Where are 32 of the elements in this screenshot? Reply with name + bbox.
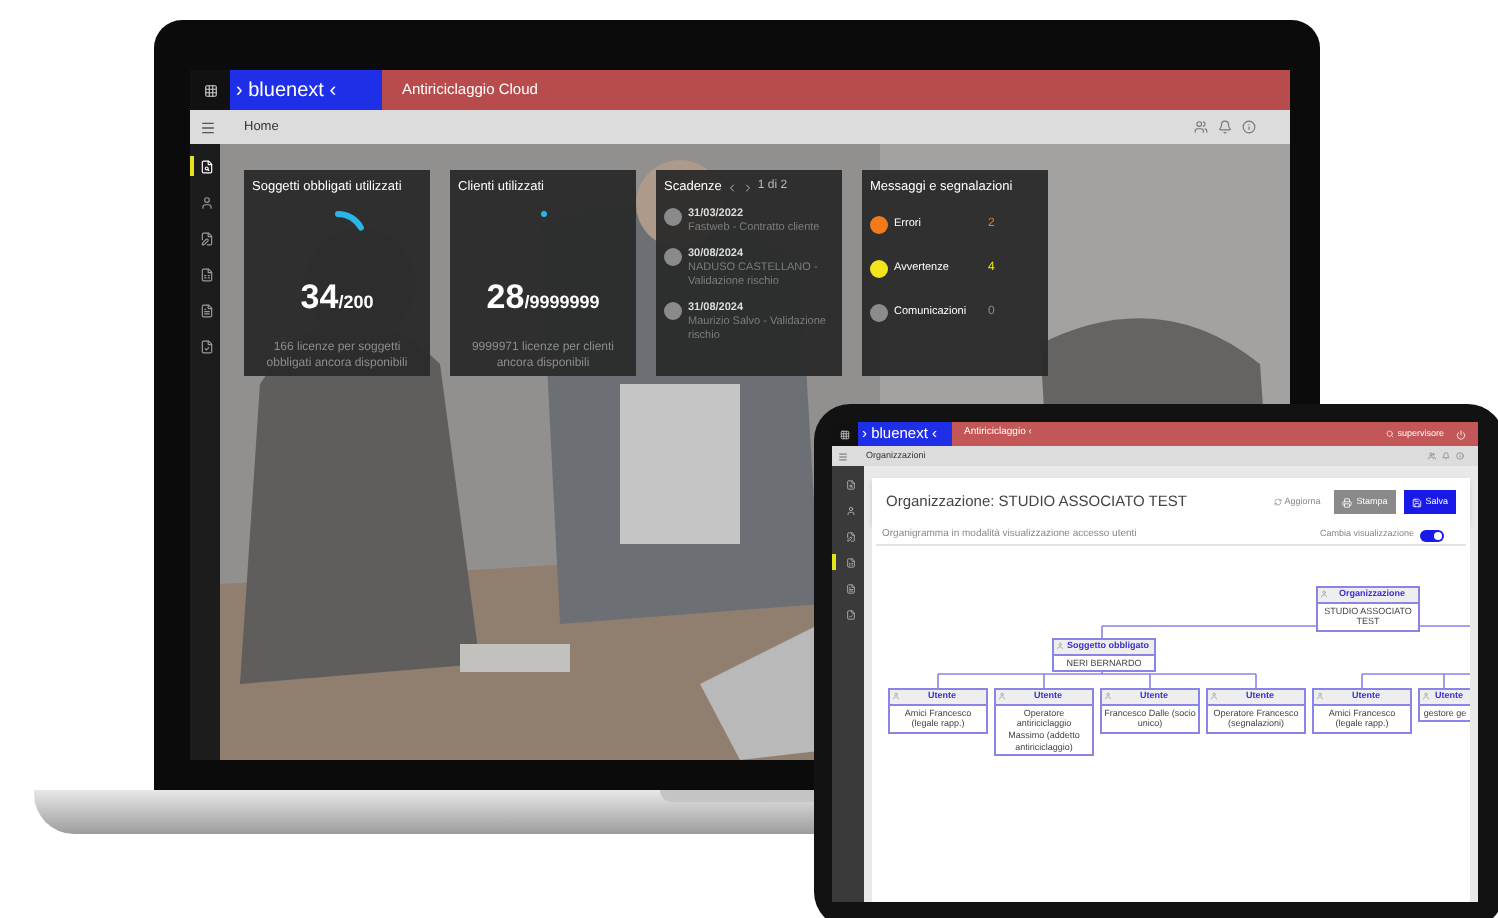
user-icon — [892, 692, 900, 701]
next-icon[interactable] — [741, 181, 754, 194]
user-icon — [1316, 692, 1324, 701]
avatar-icon — [664, 301, 682, 320]
user-icon — [998, 692, 1006, 701]
user-icon — [1104, 692, 1112, 701]
view-toggle[interactable] — [1420, 529, 1444, 541]
avatar-icon — [664, 247, 682, 266]
users-icon[interactable] — [1428, 452, 1436, 460]
user-icon — [1422, 692, 1430, 701]
info-icon[interactable] — [1242, 120, 1256, 134]
notification-icon[interactable] — [1218, 120, 1232, 134]
total-count: /200 — [338, 291, 374, 316]
search-icon[interactable] — [1385, 430, 1394, 438]
user-icon — [1210, 692, 1218, 701]
menu-icon[interactable] — [200, 119, 216, 135]
previous-icon[interactable] — [725, 181, 738, 194]
grid-icon — [840, 429, 850, 439]
user-icon — [1320, 590, 1328, 599]
grid-icon — [203, 83, 217, 97]
refresh-icon — [1274, 498, 1283, 506]
save-icon — [1411, 497, 1422, 507]
user-icon — [1056, 642, 1064, 651]
users-icon[interactable] — [1194, 120, 1208, 134]
app-launcher-button[interactable] — [190, 70, 230, 110]
logo: › bluenext ‹ — [230, 70, 382, 110]
printer-icon — [1342, 497, 1353, 507]
power-icon[interactable] — [1456, 429, 1466, 439]
total-count: /9999999 — [524, 289, 600, 316]
used-count: 28 — [486, 279, 525, 314]
used-count: 34 — [300, 279, 339, 314]
avatar-icon — [664, 207, 682, 226]
